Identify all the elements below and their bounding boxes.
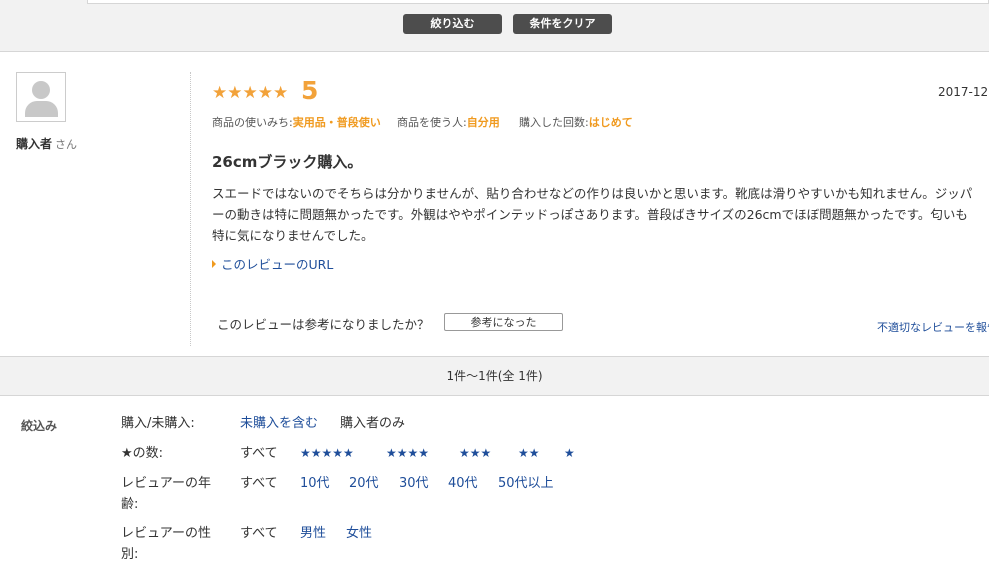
filter-option-purchasers-only: 購入者のみ xyxy=(340,416,406,431)
review-body-line: ーの動きは特に問題無かったです。外観はややポインテッドっぽさあります。普段ばきサ… xyxy=(212,207,968,222)
review-divider xyxy=(190,72,191,346)
meta-user-label: 商品を使う人: xyxy=(397,116,467,129)
meta-purchase-count: 購入した回数:はじめて xyxy=(519,114,633,130)
meta-usage-value: 実用品・普段使い xyxy=(292,116,381,129)
review-body: スエードではないのでそちらは分かりませんが、貼り合わせなどの作りは良いかと思いま… xyxy=(212,183,989,246)
review-body-line: スエードではないのでそちらは分かりませんが、貼り合わせなどの作りは良いかと思いま… xyxy=(212,186,973,201)
filter-option-age-50s-plus[interactable]: 50代以上 xyxy=(498,473,554,494)
filter-option-stars-all: すべて xyxy=(240,446,278,461)
filter-option-4-stars[interactable]: ★★★★ xyxy=(386,443,429,464)
review-title: 26cmブラック購入。 xyxy=(212,153,363,171)
helpful-question: このレビューは参考になりましたか？ xyxy=(217,317,430,332)
review-body-line: 特に気になりませんでした。 xyxy=(212,228,374,243)
clear-conditions-button[interactable]: 条件をクリア xyxy=(513,14,612,34)
report-review-link[interactable]: 不適切なレビューを報告 xyxy=(877,319,989,335)
filter-heading: 絞込み xyxy=(21,419,58,433)
helpful-button[interactable]: 参考になった xyxy=(444,313,563,331)
filter-option-age-10s[interactable]: 10代 xyxy=(300,473,330,494)
rating-value: 5 xyxy=(301,76,319,105)
filter-option-age-30s[interactable]: 30代 xyxy=(399,473,429,494)
meta-user: 商品を使う人:自分用 xyxy=(397,114,500,130)
filter-option-gender-all: すべて xyxy=(240,526,278,541)
meta-purchase-count-label: 購入した回数: xyxy=(519,116,589,129)
filter-option-age-40s[interactable]: 40代 xyxy=(448,473,478,494)
filter-option-2-stars[interactable]: ★★ xyxy=(518,443,540,464)
reviewer-name: 購入者 さん xyxy=(16,135,77,152)
filter-label-purchase: 購入/未購入: xyxy=(121,416,195,431)
avatar-body-shape xyxy=(25,101,58,117)
filter-button[interactable]: 絞り込む xyxy=(403,14,502,34)
avatar-head-shape xyxy=(32,81,50,99)
review-item: 購入者 さん ★★★★★ 5 2017-12 商品の使いみち:実用品・普段使い 商… xyxy=(0,52,989,355)
filter-panel: 絞込み 購入/未購入: 未購入を含む 購入者のみ ★の数: すべて ★★★★★ … xyxy=(0,400,989,562)
filter-option-5-stars[interactable]: ★★★★★ xyxy=(300,443,354,464)
meta-user-value: 自分用 xyxy=(466,116,500,129)
meta-purchase-count-value: はじめて xyxy=(588,116,633,129)
meta-usage: 商品の使いみち:実用品・普段使い xyxy=(212,114,381,130)
meta-usage-label: 商品の使いみち: xyxy=(212,116,293,129)
review-url-link[interactable]: このレビューのURL xyxy=(212,254,333,273)
reviewer-suffix: さん xyxy=(55,138,78,151)
filter-toolbar: 絞り込む 条件をクリア xyxy=(0,0,989,52)
avatar-icon xyxy=(16,72,66,122)
filter-label-age: レビュアーの年齢: xyxy=(121,476,211,512)
filter-option-female[interactable]: 女性 xyxy=(346,523,372,544)
filter-option-age-all: すべて xyxy=(240,476,278,491)
filter-label-stars: ★の数: xyxy=(121,446,164,461)
filter-option-age-20s[interactable]: 20代 xyxy=(349,473,379,494)
filter-label-gender: レビュアーの性別: xyxy=(121,526,211,562)
triangle-right-icon xyxy=(212,260,216,268)
reviewer-name-text: 購入者 xyxy=(16,137,53,151)
toolbar-panel-edge xyxy=(87,0,989,4)
rating-stars-icon: ★★★★★ xyxy=(212,83,289,103)
filter-option-male[interactable]: 男性 xyxy=(300,523,326,544)
filter-option-3-stars[interactable]: ★★★ xyxy=(459,443,491,464)
filter-option-1-star[interactable]: ★ xyxy=(564,443,575,464)
pagination-summary: 1件〜1件(全 1件) xyxy=(0,356,989,396)
filter-option-include-non-purchase[interactable]: 未購入を含む xyxy=(240,413,318,434)
review-date: 2017-12 xyxy=(938,85,989,99)
review-url-link-text[interactable]: このレビューのURL xyxy=(221,257,333,272)
